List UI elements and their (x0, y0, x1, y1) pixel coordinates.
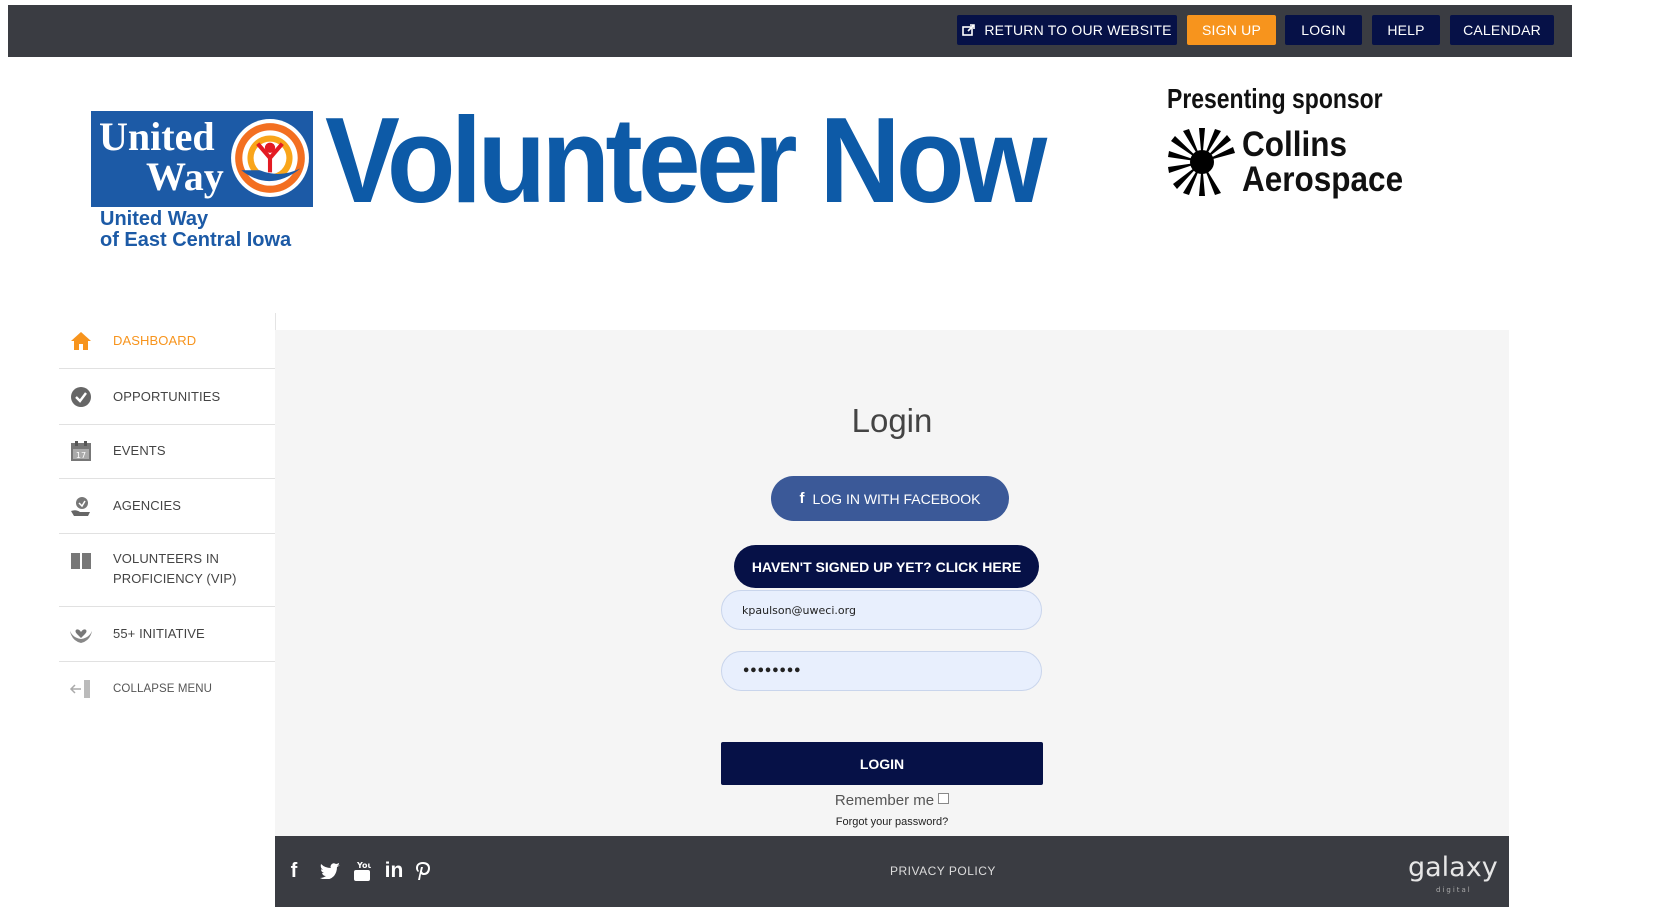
sidebar-item-label: OPPORTUNITIES (113, 388, 221, 404)
password-field[interactable]: •••••••• (721, 651, 1042, 691)
united-way-emblem-icon (231, 119, 309, 197)
sign-up-label: SIGN UP (1202, 22, 1261, 38)
footer: f You in PRIVACY POLICY galaxy digital (275, 836, 1509, 907)
top-login-label: LOGIN (1301, 22, 1346, 38)
org-name-line2: of East Central Iowa (100, 229, 292, 251)
signup-prompt-label: HAVEN'T SIGNED UP YET? CLICK HERE (751, 558, 1022, 575)
return-to-website-button[interactable]: RETURN TO OUR WEBSITE (957, 15, 1177, 45)
banner-header: United Way United Way of East Central Io… (59, 57, 1509, 327)
svg-text:17: 17 (76, 451, 86, 460)
remember-me-label: Remember me (834, 792, 935, 809)
youtube-icon[interactable]: You (352, 859, 372, 883)
collins-aerospace-wordmark: Collins Aerospace (1242, 127, 1403, 197)
facebook-login-button[interactable]: f LOG IN WITH FACEBOOK (771, 476, 1009, 521)
sponsor-name-line2: Aerospace (1242, 160, 1404, 199)
facebook-login-label: LOG IN WITH FACEBOOK (812, 490, 981, 507)
sidebar-collapse-menu[interactable]: COLLAPSE MENU (59, 662, 275, 716)
sidebar-item-agencies[interactable]: AGENCIES (59, 479, 275, 534)
help-button[interactable]: HELP (1372, 15, 1440, 45)
facebook-icon[interactable]: f (287, 859, 301, 883)
facebook-icon: f (799, 490, 805, 507)
hand-heart-icon (69, 494, 93, 518)
sidebar-item-label: EVENTS (113, 443, 166, 458)
login-submit-label: LOGIN (859, 755, 905, 772)
sidebar-item-dashboard[interactable]: DASHBOARD (59, 313, 275, 369)
united-way-org-name: United Way of East Central Iowa (100, 209, 291, 251)
united-way-logo: United Way (91, 111, 313, 207)
login-panel: Login f LOG IN WITH FACEBOOK HAVEN'T SIG… (275, 330, 1509, 836)
united-way-logo-text-line1: United (99, 114, 215, 159)
login-submit-button[interactable]: LOGIN (721, 742, 1043, 785)
presenting-sponsor-label: Presenting sponsor (1167, 83, 1383, 114)
email-value: kpaulson@uweci.org (742, 603, 856, 617)
svg-text:You: You (356, 861, 371, 870)
forgot-password-link[interactable]: Forgot your password? (275, 816, 1509, 828)
login-heading: Login (851, 402, 933, 439)
sidebar-menu: DASHBOARD OPPORTUNITIES 17 EVENTS AGENCI… (59, 313, 276, 907)
linkedin-icon[interactable]: in (382, 859, 406, 883)
sidebar-item-opportunities[interactable]: OPPORTUNITIES (59, 369, 275, 425)
sidebar-item-label: DASHBOARD (113, 332, 197, 348)
sidebar-item-events[interactable]: 17 EVENTS (59, 424, 275, 479)
sidebar-item-label: 55+ INITIATIVE (113, 626, 205, 641)
galaxy-digital-logo[interactable]: galaxy digital (1408, 852, 1498, 894)
top-navigation-bar: RETURN TO OUR WEBSITE SIGN UP LOGIN HELP… (8, 5, 1572, 57)
help-label: HELP (1387, 22, 1425, 38)
remember-me-checkbox[interactable] (938, 793, 950, 804)
book-icon (69, 549, 93, 573)
password-value: •••••••• (742, 663, 801, 679)
collins-aerospace-logo-icon (1168, 128, 1235, 196)
sponsor-name-line1: Collins (1242, 125, 1348, 164)
site-title: Volunteer Now (325, 92, 1047, 228)
calendar-button[interactable]: CALENDAR (1450, 15, 1554, 45)
return-to-website-label: RETURN TO OUR WEBSITE (984, 22, 1172, 38)
sidebar-item-55-initiative[interactable]: 55+ INITIATIVE (59, 607, 275, 662)
vip-label-line2: PROFICIENCY (VIP) (113, 571, 237, 586)
external-link-icon (962, 24, 976, 36)
collapse-arrow-icon (69, 677, 93, 701)
email-field[interactable]: kpaulson@uweci.org (721, 590, 1042, 630)
sidebar-item-label: COLLAPSE MENU (113, 683, 213, 695)
united-way-logo-text-line2: Way (146, 154, 224, 199)
org-name-line1: United Way (100, 208, 209, 230)
sidebar-item-vip[interactable]: VOLUNTEERS IN PROFICIENCY (VIP) (59, 533, 275, 607)
remember-me: Remember me (275, 792, 1509, 809)
galaxy-brand-subtext: digital (1436, 886, 1472, 894)
home-icon (69, 329, 93, 353)
galaxy-brand-text: galaxy (1408, 852, 1498, 883)
signup-prompt-button[interactable]: HAVEN'T SIGNED UP YET? CLICK HERE (734, 545, 1039, 588)
calendar-label: CALENDAR (1463, 22, 1541, 38)
sidebar-item-label: AGENCIES (113, 498, 181, 513)
vip-label-line1: VOLUNTEERS IN (113, 551, 220, 566)
check-circle-icon (69, 385, 93, 409)
privacy-policy-link[interactable]: PRIVACY POLICY (890, 864, 996, 878)
sidebar-item-label: VOLUNTEERS IN PROFICIENCY (VIP) (113, 549, 237, 589)
twitter-icon[interactable] (319, 859, 341, 883)
hands-heart-icon (69, 622, 93, 646)
pinterest-icon[interactable] (414, 859, 432, 883)
calendar-icon: 17 (69, 439, 93, 463)
top-login-button[interactable]: LOGIN (1285, 15, 1362, 45)
sign-up-button[interactable]: SIGN UP (1187, 15, 1276, 45)
